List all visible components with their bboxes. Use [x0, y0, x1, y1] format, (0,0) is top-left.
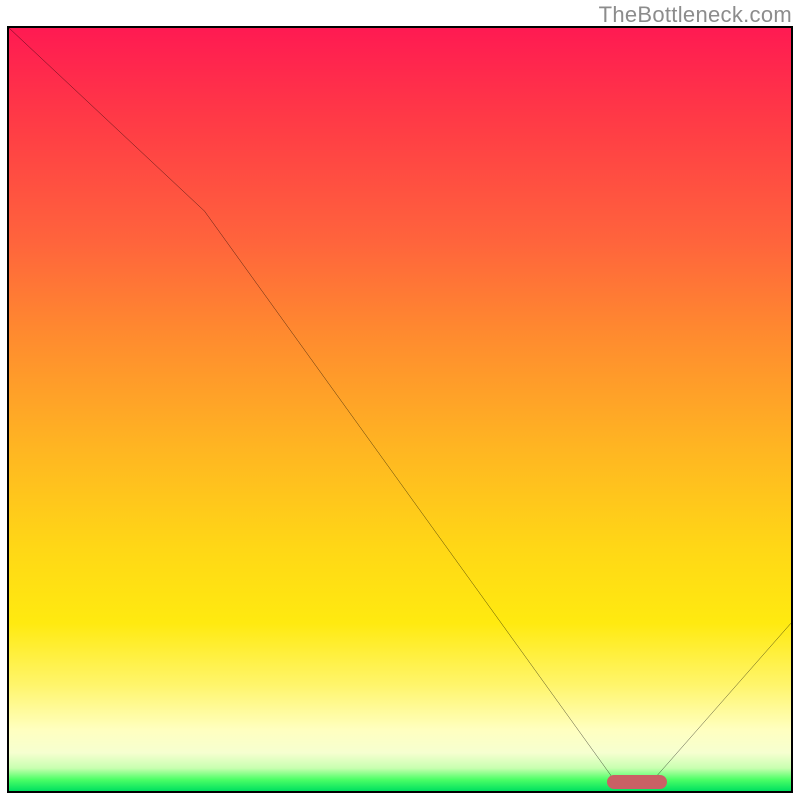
gradient-background [9, 28, 791, 791]
plot-area [7, 26, 793, 793]
watermark-text: TheBottleneck.com [599, 2, 792, 28]
optimum-marker [607, 775, 667, 789]
chart-container: TheBottleneck.com [0, 0, 800, 800]
